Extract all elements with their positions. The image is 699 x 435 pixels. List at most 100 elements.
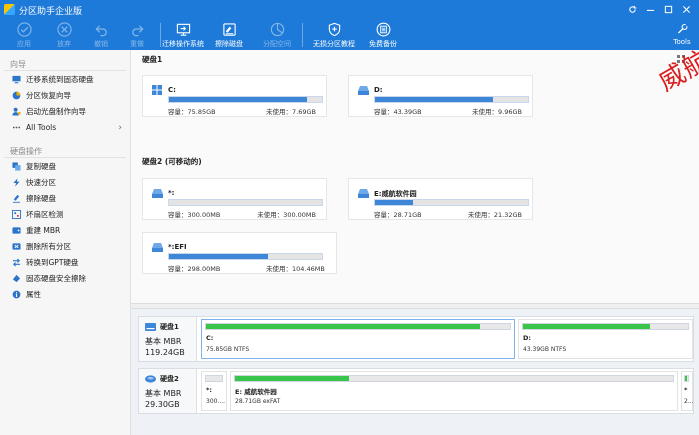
minimize-button[interactable] [641, 2, 659, 17]
tutorial-label: 无损分区教程 [313, 40, 355, 48]
disk-card-panel: 硬盘1 C: 容量：75.85GB 未使用：7.69GB D: 容量：43.39… [131, 4, 699, 303]
quick-partition-icon [12, 178, 21, 187]
partition-card-e[interactable]: E:威航软件园 容量：28.71GB 未使用：21.32GB [348, 178, 533, 220]
disk-row-1[interactable]: 硬盘1 基本 MBR 119.24GB C: 75.85GB NTFS D: 4… [138, 316, 694, 362]
sidebar-item-label: 复制硬盘 [26, 162, 56, 171]
disk-map-partition-unnamed[interactable]: *: 300.... [201, 371, 227, 411]
partition-label: D: [523, 334, 531, 342]
redo-button[interactable]: 重做 [122, 19, 152, 50]
tools-icon [677, 24, 688, 34]
removable-disk-icon [145, 375, 156, 383]
sidebar-item-label: 迁移系统到固态硬盘 [26, 75, 94, 84]
partition-card-efi[interactable]: *:EFI 容量：298.00MB 未使用：104.46MB [142, 232, 337, 274]
disk-map-partition-d[interactable]: D: 43.39GB NTFS [518, 319, 693, 359]
usage-fill [523, 324, 651, 329]
sidebar-item-label: 转换到GPT硬盘 [26, 258, 79, 267]
sidebar-item-quick-partition[interactable]: 快速分区 [0, 175, 130, 190]
refresh-icon[interactable] [623, 2, 641, 17]
sidebar-item-migrate-ssd[interactable]: 迁移系统到固态硬盘 [0, 72, 130, 87]
partition-label: * [684, 386, 688, 394]
disk-map-partition-efi[interactable]: * 2... [681, 371, 694, 411]
sidebar-item-label: 坏扇区检测 [26, 210, 64, 219]
redo-icon [131, 25, 144, 37]
partition-name: D: [374, 86, 383, 94]
allocate-space-label: 分配空间 [263, 40, 291, 48]
usage-fill [375, 200, 414, 205]
free-backup-button[interactable]: 免费备份 [365, 19, 401, 50]
partition-card-c[interactable]: C: 容量：75.85GB 未使用：7.69GB [142, 75, 327, 117]
sidebar-item-delete-partitions[interactable]: 删除所有分区 [0, 239, 130, 254]
drive-icon [152, 242, 163, 254]
backup-icon [376, 22, 390, 37]
partition-name: C: [168, 86, 176, 94]
usage-bar [522, 323, 689, 330]
partition-info: 75.85GB NTFS [206, 346, 250, 353]
sidebar-item-label: All Tools [26, 123, 57, 132]
discard-button[interactable]: 放弃 [49, 19, 79, 50]
apply-button[interactable]: 应用 [9, 19, 39, 50]
disk-map-partition-c[interactable]: C: 75.85GB NTFS [201, 319, 515, 359]
divider [4, 157, 126, 158]
sidebar-item-label: 快速分区 [26, 178, 56, 187]
sidebar-item-rebuild-mbr[interactable]: 重建 MBR [0, 223, 130, 238]
toolbar-separator [302, 23, 303, 47]
usage-bar [205, 323, 511, 330]
check-icon [16, 22, 32, 37]
sidebar-item-partition-recovery[interactable]: 分区恢复向导 [0, 88, 130, 103]
free-text: 未使用：9.96GB [472, 108, 522, 116]
capacity-text: 容量：28.71GB [374, 211, 422, 219]
partition-card-d[interactable]: D: 容量：43.39GB 未使用：9.96GB [348, 75, 533, 117]
app-logo-icon [4, 4, 15, 15]
allocate-space-button[interactable]: 分配空间 [260, 19, 294, 50]
partition-info: 300.... [206, 398, 226, 405]
partition-card-unnamed[interactable]: *: 容量：300.00MB 未使用：300.00MB [142, 178, 327, 220]
capacity-text: 容量：300.00MB [168, 211, 221, 219]
sidebar-item-label: 重建 MBR [26, 226, 61, 235]
ssd-erase-icon [12, 274, 21, 283]
usage-bar [168, 96, 323, 103]
close-button[interactable] [677, 2, 695, 17]
wipe-disk-label: 擦除磁盘 [215, 40, 243, 48]
sidebar-item-label: 属性 [26, 290, 41, 299]
sidebar-item-boot-disc[interactable]: 启动光盘制作向导 [0, 104, 130, 119]
properties-icon [12, 290, 21, 299]
partition-info: 43.39GB NTFS [523, 346, 567, 353]
drive-icon [358, 188, 369, 200]
sidebar-item-label: 擦除硬盘 [26, 194, 56, 203]
drive-icon [152, 188, 163, 200]
toolbar: 应用 放弃 撤销 重做 迁移操作系统 擦除磁盘 分配空间 无损分区教程 免费备份… [0, 19, 699, 50]
apply-label: 应用 [17, 40, 31, 48]
disk-row-2[interactable]: 硬盘2 基本 MBR 29.30GB *: 300.... E: 威航软件园 2… [138, 368, 694, 414]
sidebar-item-bad-sector[interactable]: 坏扇区检测 [0, 207, 130, 222]
undo-button[interactable]: 撤销 [86, 19, 116, 50]
sidebar-item-label: 分区恢复向导 [26, 91, 71, 100]
usage-fill [206, 324, 480, 329]
rebuild-mbr-icon [12, 226, 21, 235]
sidebar-item-properties[interactable]: 属性 [0, 287, 130, 302]
maximize-button[interactable] [659, 2, 677, 17]
sidebar-item-erase-disk[interactable]: 擦除硬盘 [0, 191, 130, 206]
disk-map-partition-e[interactable]: E: 威航软件园 28.71GB exFAT [230, 371, 678, 411]
disk-ops-section-title: 硬盘操作 [10, 147, 42, 156]
free-text: 未使用：104.46MB [266, 265, 325, 273]
usage-fill [235, 376, 349, 381]
sidebar-item-convert-gpt[interactable]: 转换到GPT硬盘 [0, 255, 130, 270]
disk-map-panel: 硬盘1 基本 MBR 119.24GB C: 75.85GB NTFS D: 4… [131, 309, 699, 435]
capacity-text: 容量：43.39GB [374, 108, 422, 116]
all-tools-icon [12, 123, 21, 132]
usage-bar [234, 375, 674, 382]
sidebar-item-copy-disk[interactable]: 复制硬盘 [0, 159, 130, 174]
disk-name-text: 硬盘2 [160, 375, 179, 383]
sidebar-item-all-tools[interactable]: All Tools › [0, 120, 130, 135]
tutorial-button[interactable]: 无损分区教程 [311, 19, 357, 50]
boot-disc-icon [12, 107, 21, 116]
undo-icon [94, 25, 107, 37]
cancel-icon [56, 22, 72, 37]
convert-gpt-icon [12, 258, 21, 267]
migrate-os-button[interactable]: 迁移操作系统 [161, 19, 205, 50]
sidebar-item-ssd-erase[interactable]: 固态硬盘安全擦除 [0, 271, 130, 286]
wipe-disk-button[interactable]: 擦除磁盘 [212, 19, 246, 50]
partition-info: 2... [684, 398, 694, 405]
usage-bar [374, 199, 529, 206]
wipe-disk-icon [222, 23, 236, 36]
